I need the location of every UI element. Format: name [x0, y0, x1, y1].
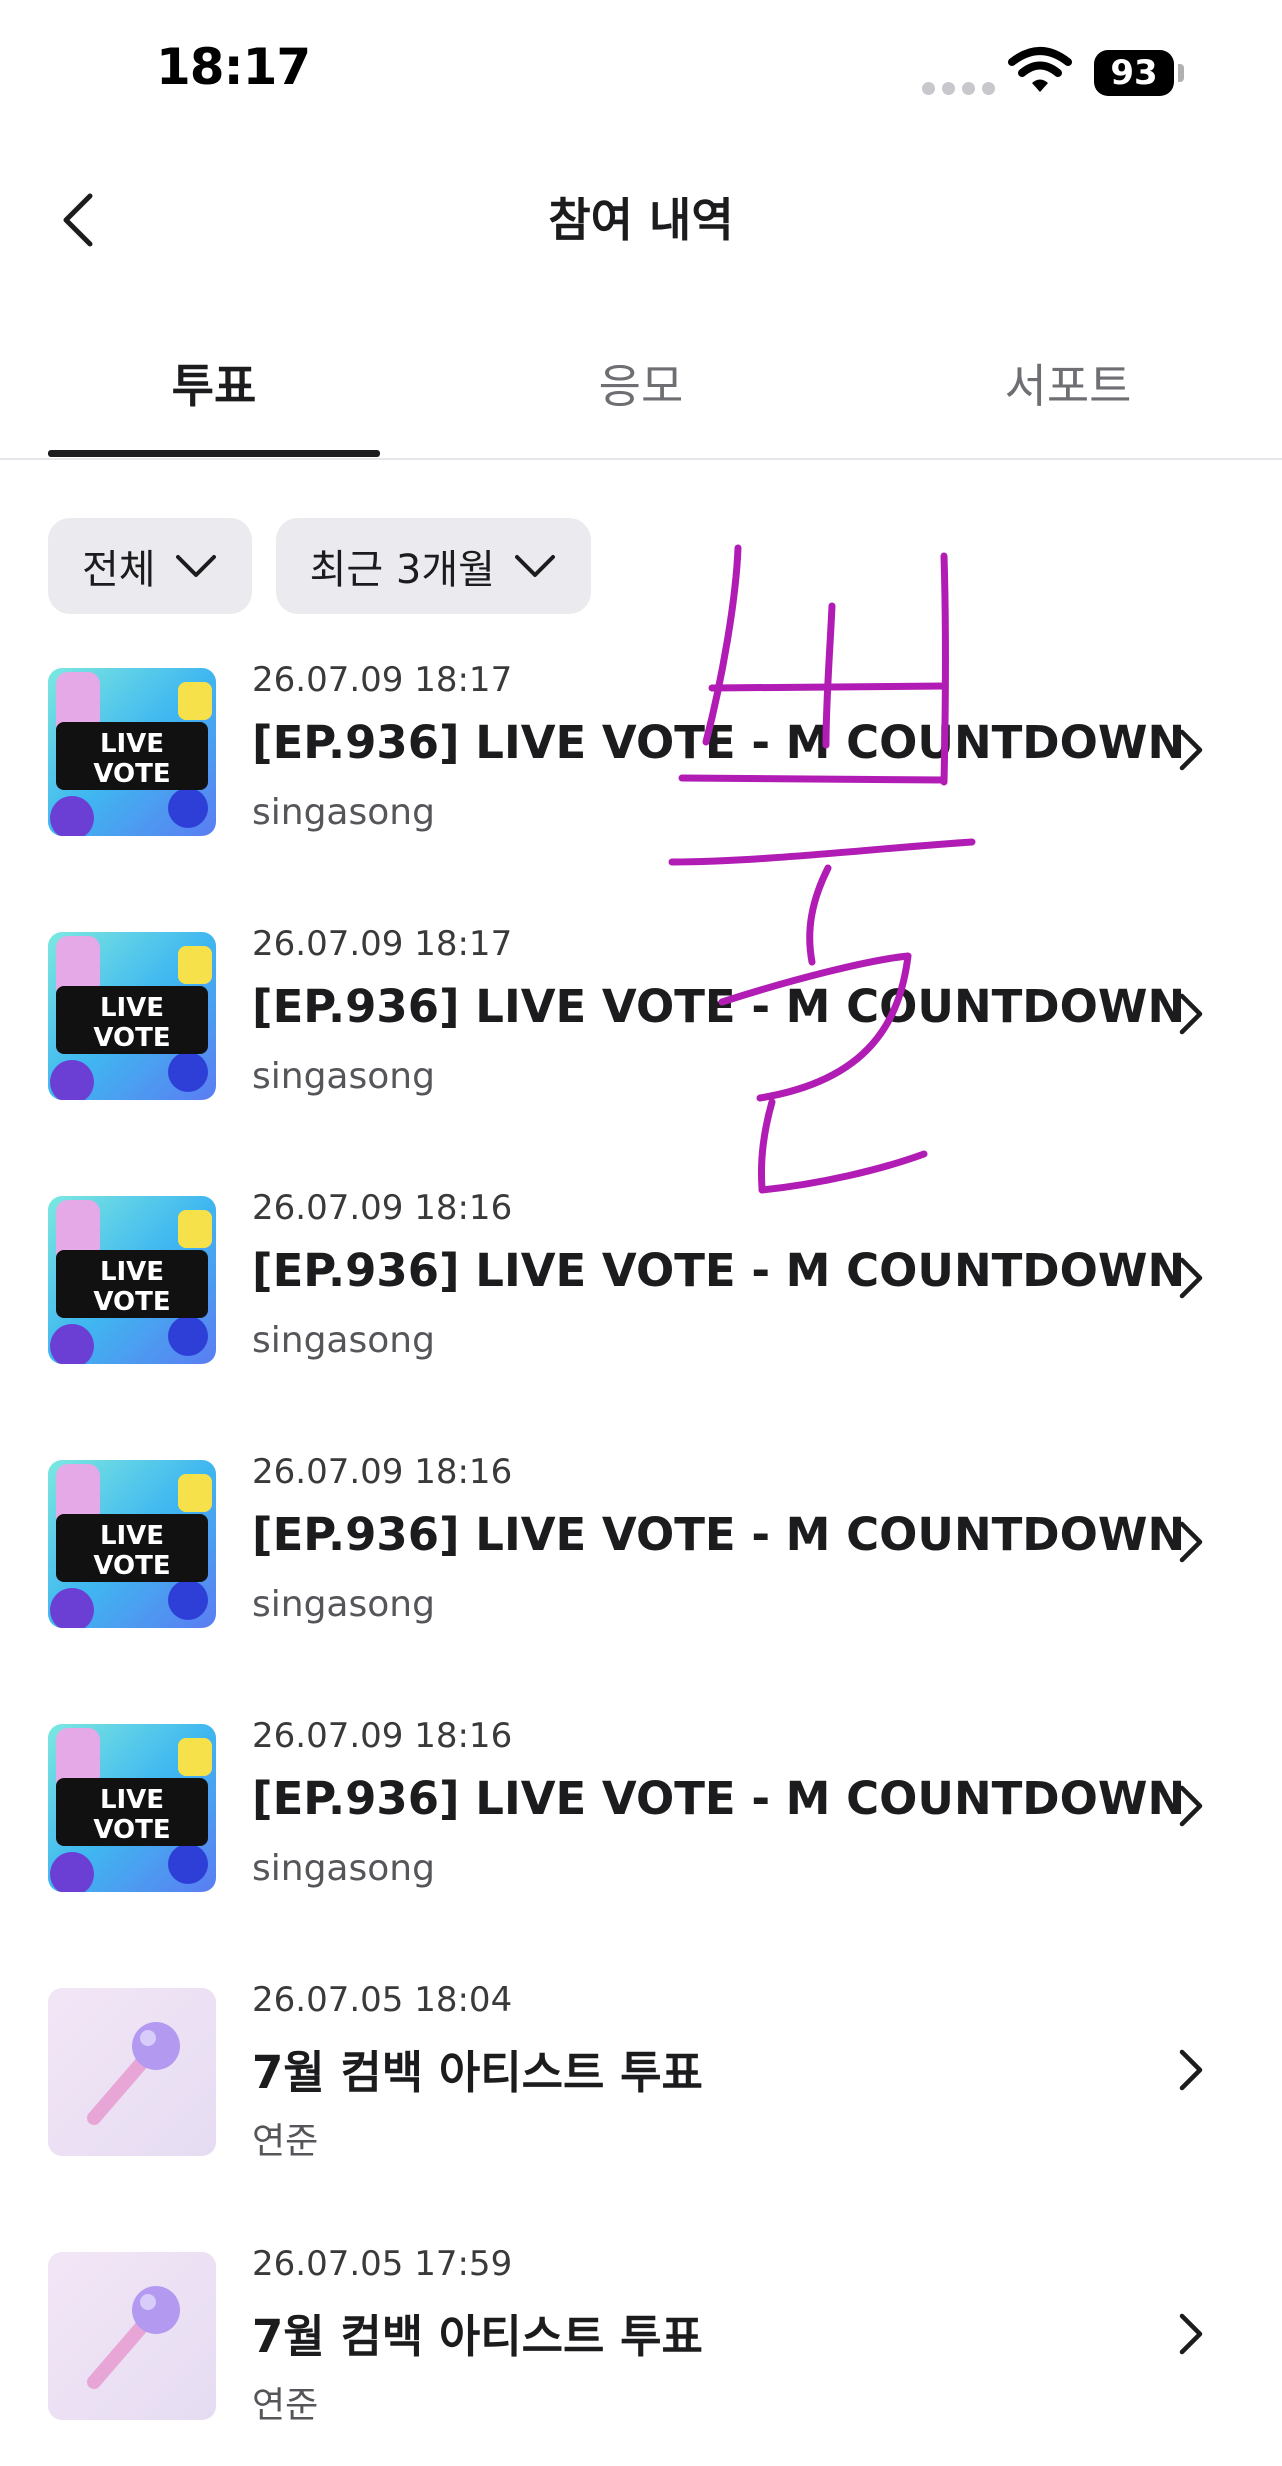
- active-tab-indicator: [48, 450, 380, 457]
- thumb-vote-text: VOTE: [93, 1551, 170, 1581]
- chevron-right-icon: [1176, 726, 1206, 778]
- item-subtitle: 연준: [252, 2121, 319, 2162]
- item-title: [EP.936] LIVE VOTE - M COUNTDOWN: [252, 716, 1186, 769]
- filter-period-dropdown[interactable]: 최근 3개월: [275, 518, 591, 614]
- thumb-live-text: LIVE: [100, 1785, 164, 1815]
- item-subtitle: singasong: [252, 1320, 435, 1361]
- item-subtitle: singasong: [252, 792, 435, 833]
- tab-support[interactable]: 서포트: [902, 350, 1234, 416]
- item-date: 26.07.09 18:16: [252, 1188, 513, 1228]
- thumb-live-text: LIVE: [100, 993, 164, 1023]
- item-title: [EP.936] LIVE VOTE - M COUNTDOWN: [252, 1244, 1186, 1297]
- item-subtitle: 연준: [252, 2385, 319, 2426]
- thumb-vote-text: VOTE: [93, 759, 170, 789]
- filter-category-dropdown[interactable]: 전체: [48, 518, 252, 614]
- wifi-icon: [1008, 46, 1072, 98]
- chevron-right-icon: [1176, 2046, 1206, 2098]
- filter-period-label: 최근 3개월: [309, 547, 495, 593]
- chevron-right-icon: [1176, 990, 1206, 1042]
- chevron-right-icon: [1176, 2310, 1206, 2362]
- list-item[interactable]: LIVE VOTE 26.07.09 18:17 [EP.936] LIVE V…: [0, 660, 1282, 880]
- battery-tip: [1178, 64, 1184, 82]
- list-item[interactable]: LIVE VOTE 26.07.09 18:16 [EP.936] LIVE V…: [0, 1452, 1282, 1672]
- navigation-bar: 참여 내역: [0, 160, 1282, 280]
- item-date: 26.07.05 17:59: [252, 2244, 513, 2284]
- status-time: 18:17: [156, 38, 311, 96]
- item-date: 26.07.09 18:16: [252, 1716, 513, 1756]
- item-date: 26.07.05 18:04: [252, 1980, 513, 2020]
- thumb-live-text: LIVE: [100, 1521, 164, 1551]
- chevron-down-icon: [514, 555, 555, 577]
- item-title: 7월 컴백 아티스트 투표: [252, 2310, 703, 2363]
- live-vote-thumbnail: LIVE VOTE: [48, 1460, 216, 1628]
- item-subtitle: singasong: [252, 1848, 435, 1889]
- item-title: [EP.936] LIVE VOTE - M COUNTDOWN: [252, 1772, 1186, 1825]
- thumb-vote-text: VOTE: [93, 1287, 170, 1317]
- live-vote-thumbnail: LIVE VOTE: [48, 932, 216, 1100]
- live-vote-thumbnail: LIVE VOTE: [48, 1724, 216, 1892]
- tab-bar: 투표 응모 서포트: [0, 320, 1282, 460]
- tab-vote[interactable]: 투표: [48, 350, 380, 416]
- item-subtitle: singasong: [252, 1056, 435, 1097]
- chevron-right-icon: [1176, 1254, 1206, 1306]
- item-date: 26.07.09 18:17: [252, 660, 513, 700]
- thumb-vote-text: VOTE: [93, 1815, 170, 1845]
- status-bar: 18:17 93: [0, 0, 1282, 150]
- list-item[interactable]: 26.07.05 17:59 7월 컴백 아티스트 투표 연준: [0, 2244, 1282, 2464]
- live-vote-thumbnail: LIVE VOTE: [48, 1196, 216, 1364]
- item-title: 7월 컴백 아티스트 투표: [252, 2046, 703, 2099]
- item-date: 26.07.09 18:17: [252, 924, 513, 964]
- list-item[interactable]: LIVE VOTE 26.07.09 18:16 [EP.936] LIVE V…: [0, 1716, 1282, 1936]
- microphone-thumbnail: [48, 2252, 216, 2420]
- page-title: 참여 내역: [548, 193, 734, 247]
- list-item[interactable]: 26.07.05 18:04 7월 컴백 아티스트 투표 연준: [0, 1980, 1282, 2200]
- cellular-signal-icon: [922, 82, 995, 95]
- microphone-thumbnail: [48, 1988, 216, 2156]
- tab-entry[interactable]: 응모: [475, 350, 807, 416]
- battery-level: 93: [1110, 53, 1158, 93]
- list-item[interactable]: LIVE VOTE 26.07.09 18:17 [EP.936] LIVE V…: [0, 924, 1282, 1144]
- chevron-right-icon: [1176, 1782, 1206, 1834]
- thumb-vote-text: VOTE: [93, 1023, 170, 1053]
- item-title: [EP.936] LIVE VOTE - M COUNTDOWN: [252, 1508, 1186, 1561]
- battery-indicator: 93: [1094, 50, 1174, 96]
- item-title: [EP.936] LIVE VOTE - M COUNTDOWN: [252, 980, 1186, 1033]
- chevron-down-icon: [175, 555, 216, 577]
- live-vote-thumbnail: LIVE VOTE: [48, 668, 216, 836]
- thumb-live-text: LIVE: [100, 729, 164, 759]
- list-item[interactable]: LIVE VOTE 26.07.09 18:16 [EP.936] LIVE V…: [0, 1188, 1282, 1408]
- item-subtitle: singasong: [252, 1584, 435, 1625]
- chevron-right-icon: [1176, 1518, 1206, 1570]
- item-date: 26.07.09 18:16: [252, 1452, 513, 1492]
- filter-category-label: 전체: [82, 547, 156, 593]
- thumb-live-text: LIVE: [100, 1257, 164, 1287]
- filter-bar: 전체 최근 3개월: [48, 518, 591, 614]
